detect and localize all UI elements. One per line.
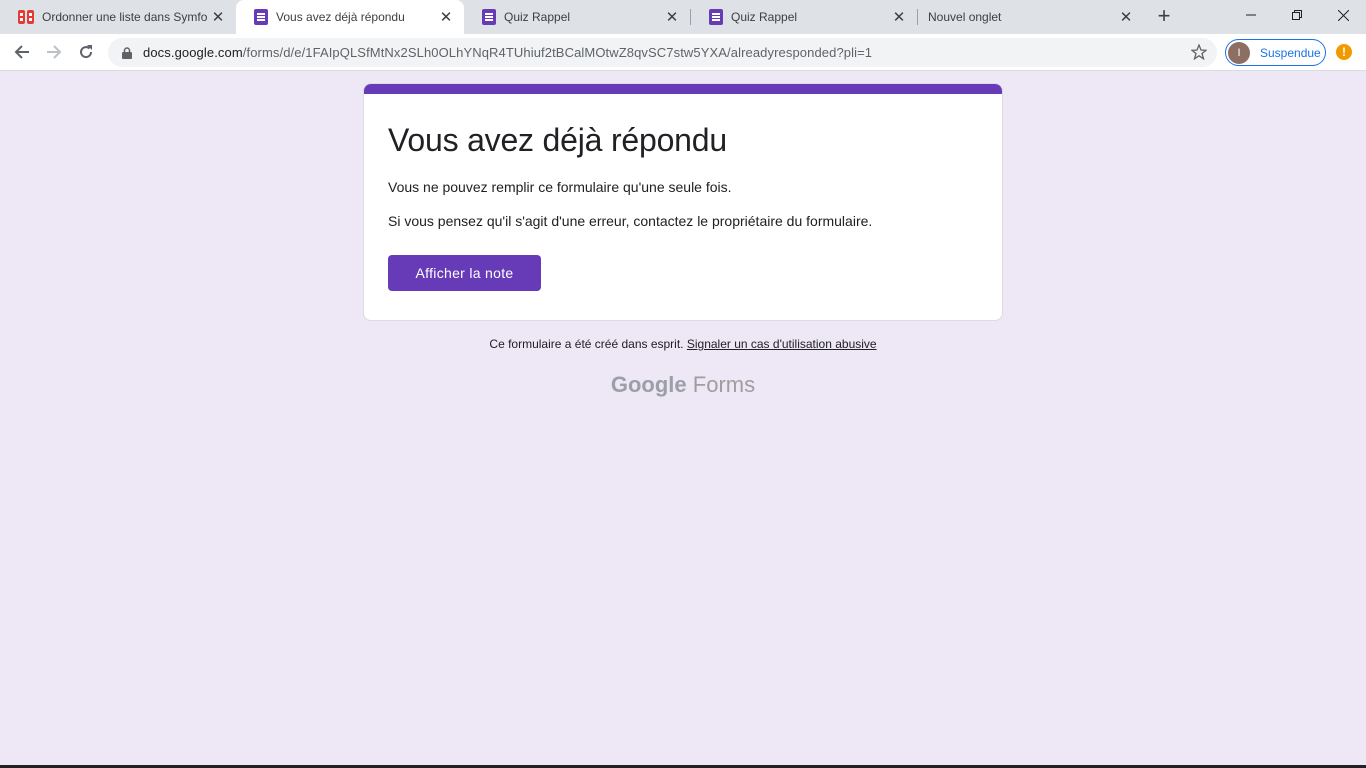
tab-strip: Ordonner une liste dans Symfo ✕ Vous ave…: [0, 0, 1366, 34]
forward-arrow-icon: [47, 45, 62, 59]
tab-quiz-rappel[interactable]: Quiz Rappel ✕: [464, 0, 690, 34]
tab-title: Nouvel onglet: [928, 10, 1002, 24]
close-icon[interactable]: ✕: [438, 9, 454, 26]
google-forms-icon: [254, 9, 268, 25]
symfony-icon: [18, 9, 34, 25]
close-icon[interactable]: ✕: [664, 9, 680, 26]
google-forms-icon: [709, 9, 723, 25]
report-abuse-link[interactable]: Signaler un cas d'utilisation abusive: [687, 337, 877, 351]
forward-button[interactable]: [41, 39, 67, 65]
tab-title: Vous avez déjà répondu: [276, 10, 405, 24]
message-once: Vous ne pouvez remplir ce formulaire qu'…: [388, 179, 732, 195]
profile-status-label: Suspendue: [1260, 45, 1321, 60]
restore-icon: [1292, 10, 1302, 20]
address-bar[interactable]: docs.google.com/forms/d/e/1FAIpQLSfMtNx2…: [108, 38, 1217, 67]
tab-title: Quiz Rappel: [504, 10, 571, 24]
profile-button[interactable]: I Suspendue: [1225, 39, 1326, 66]
tab-symfony[interactable]: Ordonner une liste dans Symfo ✕: [0, 0, 236, 34]
tab-quiz-rappel-2[interactable]: Quiz Rappel ✕: [691, 0, 917, 34]
reload-button[interactable]: [73, 39, 99, 65]
tab-title: Ordonner une liste dans Symfo: [42, 10, 208, 24]
lock-icon[interactable]: [120, 46, 134, 60]
close-icon[interactable]: ✕: [1118, 9, 1134, 26]
new-tab-button[interactable]: +: [1154, 5, 1174, 27]
message-error: Si vous pensez qu'il s'agit d'une erreur…: [388, 213, 873, 229]
page-title: Vous avez déjà répondu: [388, 122, 727, 158]
close-window-button[interactable]: [1320, 0, 1366, 30]
avatar: I: [1228, 41, 1250, 64]
card-accent-bar: [364, 84, 1002, 94]
form-card: Vous avez déjà répondu Vous ne pouvez re…: [363, 83, 1003, 321]
close-window-icon: [1337, 9, 1349, 21]
brand-forms: Forms: [692, 372, 756, 397]
tab-title: Quiz Rappel: [731, 10, 798, 24]
bookmark-star-icon[interactable]: [1190, 43, 1208, 61]
google-forms-logo[interactable]: Google Forms: [0, 372, 1366, 398]
tab-new-tab[interactable]: Nouvel onglet ✕: [918, 0, 1144, 34]
url-path: /forms/d/e/1FAIpQLSfMtNx2SLh0OLhYNqR4TUh…: [242, 45, 873, 60]
url-host: docs.google.com: [143, 45, 243, 60]
footer-note: Ce formulaire a été créé dans esprit. Si…: [0, 337, 1366, 351]
url-text[interactable]: docs.google.com/forms/d/e/1FAIpQLSfMtNx2…: [143, 45, 872, 60]
browser-toolbar: docs.google.com/forms/d/e/1FAIpQLSfMtNx2…: [0, 34, 1366, 71]
view-score-button[interactable]: Afficher la note: [388, 255, 541, 291]
back-button[interactable]: [9, 39, 35, 65]
close-icon[interactable]: ✕: [210, 9, 226, 26]
update-alert-icon[interactable]: !: [1336, 44, 1352, 60]
minimize-icon: [1246, 14, 1256, 16]
minimize-button[interactable]: [1228, 0, 1274, 30]
brand-google: Google: [610, 372, 687, 397]
reload-icon: [80, 45, 93, 59]
back-arrow-icon: [14, 45, 29, 59]
google-forms-icon: [482, 9, 496, 25]
restore-button[interactable]: [1274, 0, 1320, 30]
footer-text: Ce formulaire a été créé dans esprit.: [489, 337, 684, 351]
close-icon[interactable]: ✕: [891, 9, 907, 26]
tab-active-form[interactable]: Vous avez déjà répondu ✕: [236, 0, 464, 34]
